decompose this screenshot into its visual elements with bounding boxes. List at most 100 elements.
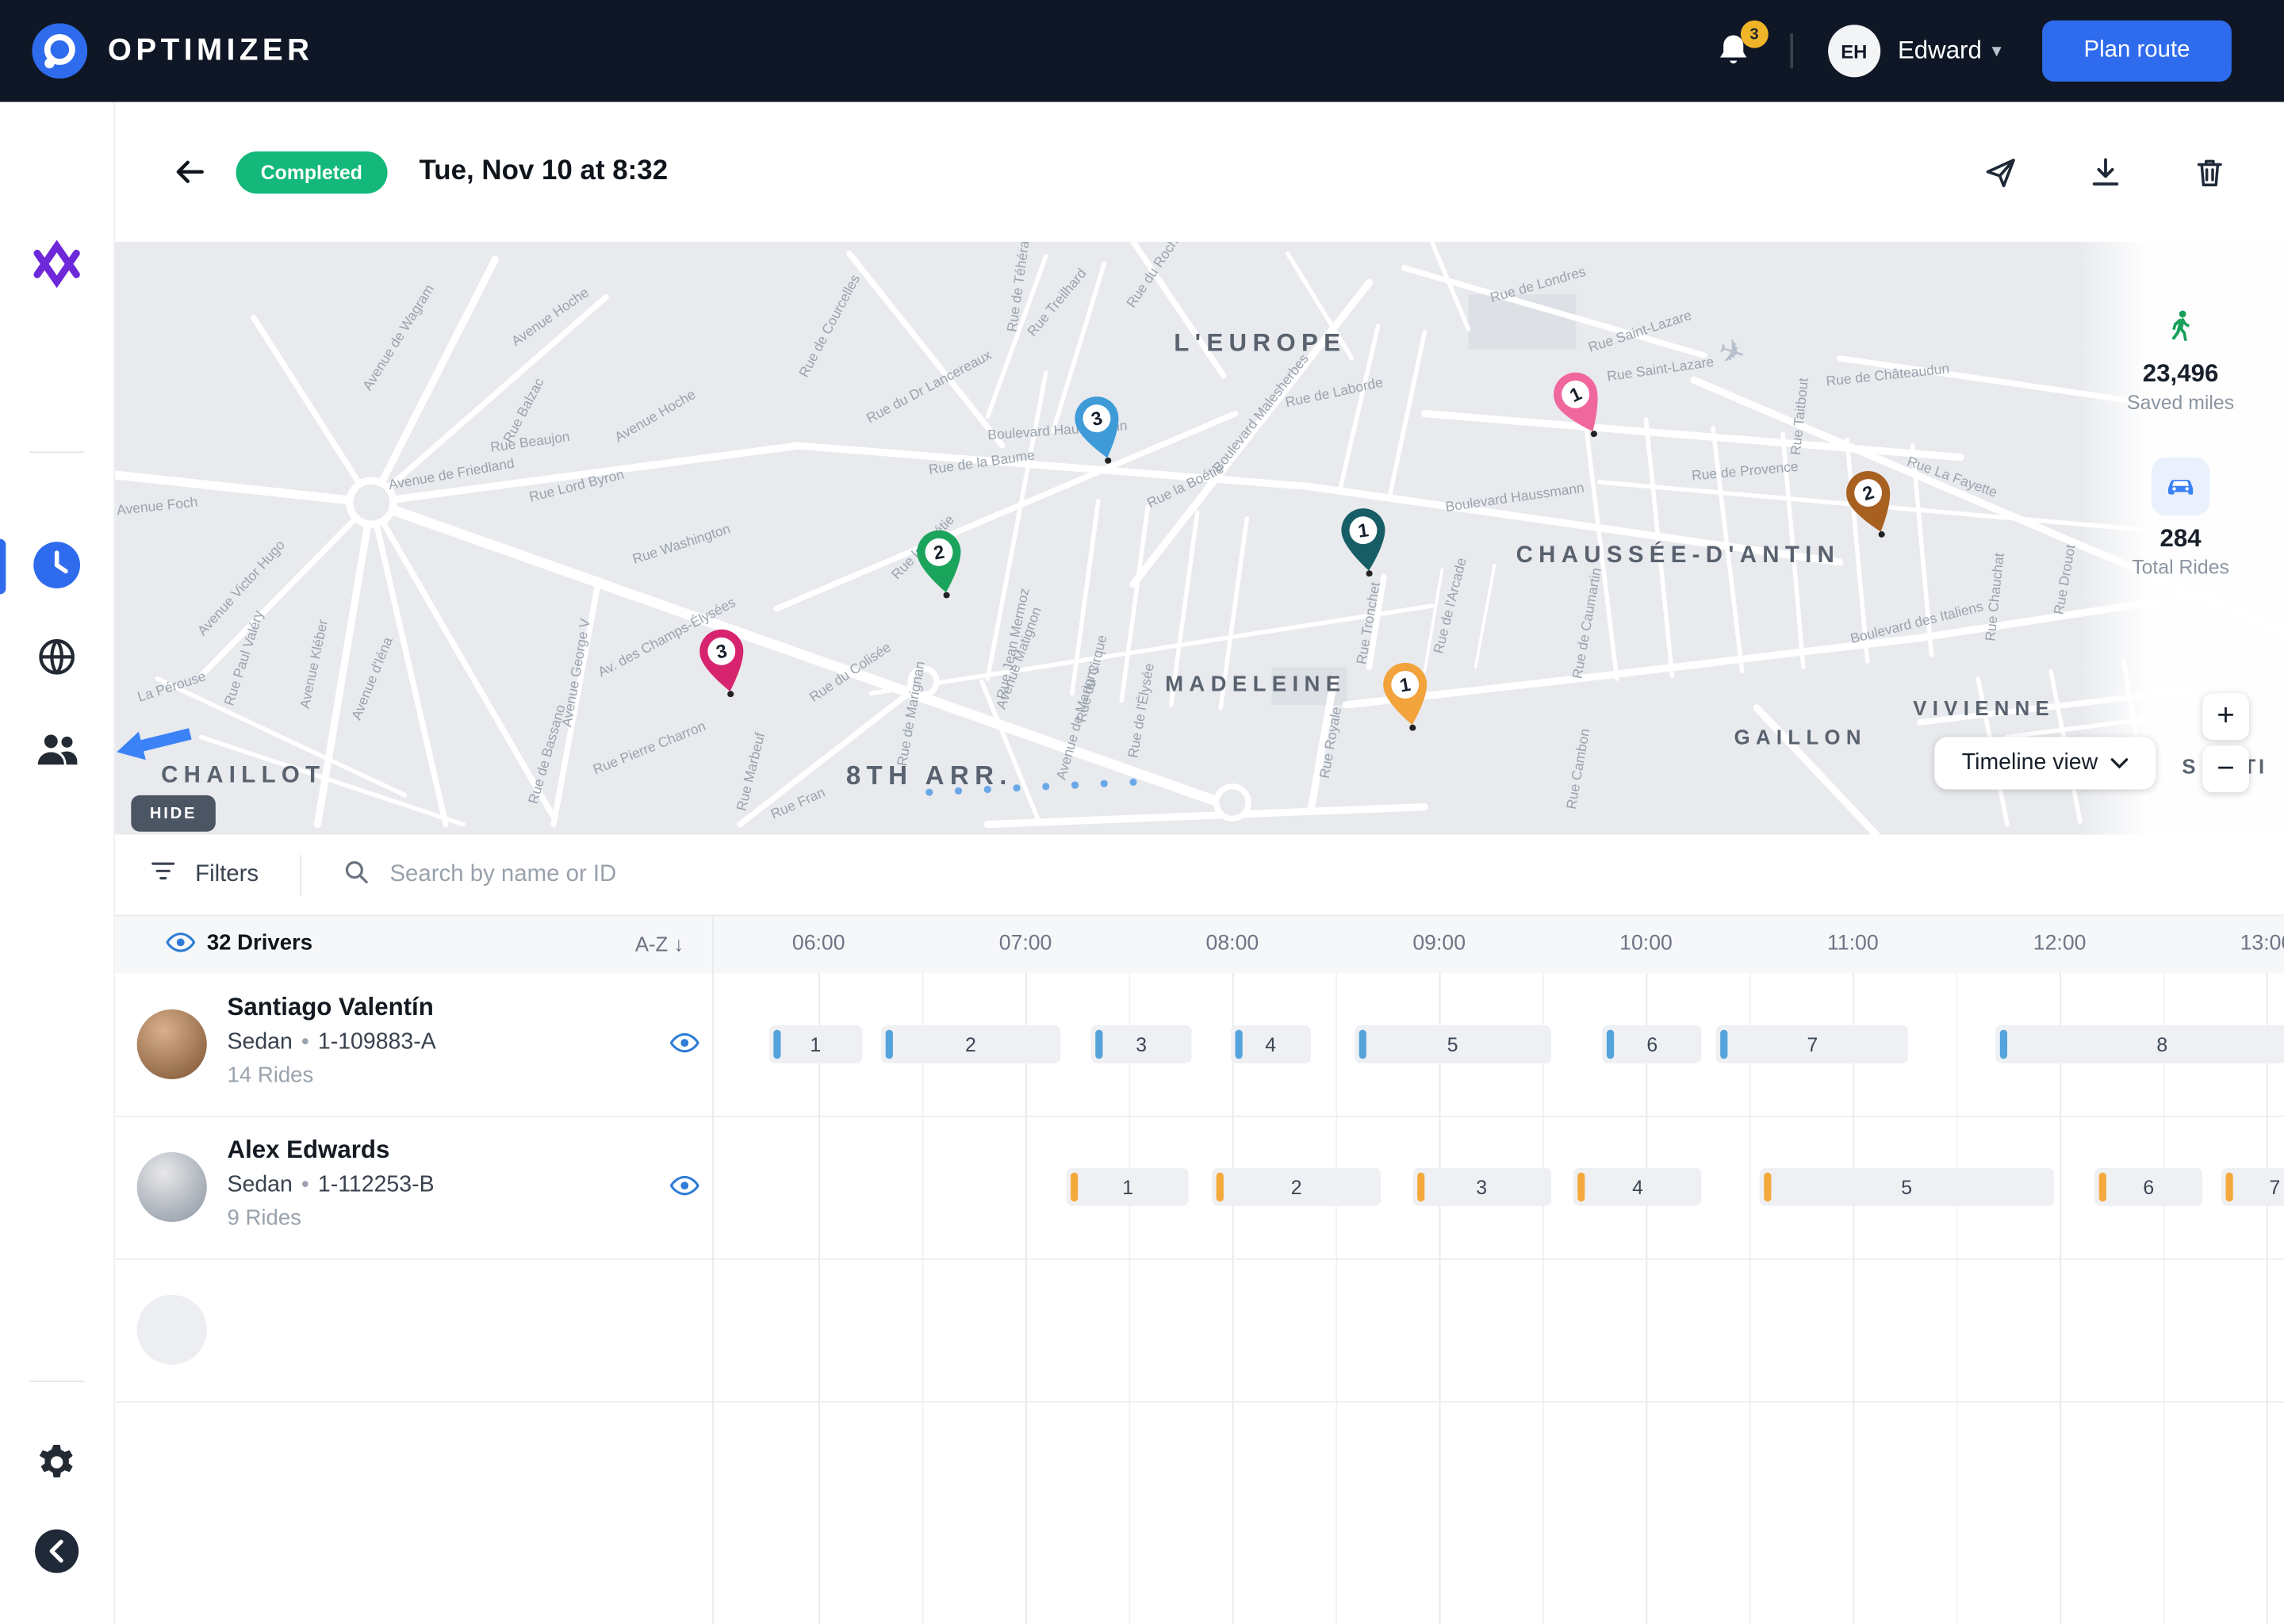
stat-saved-miles: 23,496 Saved miles — [2127, 308, 2234, 413]
page-title: Tue, Nov 10 at 8:32 — [420, 156, 669, 188]
driver-avatar — [137, 1009, 207, 1079]
left-sidebar — [0, 102, 115, 1624]
ride-number: 7 — [2269, 1176, 2280, 1198]
time-label: 13:00 — [2240, 933, 2284, 956]
row-eye-icon[interactable] — [670, 1174, 702, 1200]
ride-segment[interactable]: 8 — [1995, 1025, 2284, 1063]
user-avatar[interactable]: EH — [1828, 25, 1880, 77]
ride-number: 4 — [1632, 1176, 1643, 1198]
driver-vehicle: Sedan•1-109883-A — [228, 1030, 436, 1056]
collapse-circle-arrow-icon[interactable] — [32, 1526, 81, 1576]
ride-segment[interactable]: 1 — [1067, 1168, 1189, 1206]
ride-segment[interactable]: 2 — [880, 1025, 1060, 1063]
stat-value: 284 — [2160, 524, 2202, 553]
ride-number: 5 — [1901, 1176, 1912, 1198]
send-icon[interactable] — [1981, 153, 2019, 191]
zoom-in-button[interactable]: + — [2202, 693, 2249, 740]
time-label: 08:00 — [1206, 933, 1259, 956]
ride-number: 1 — [1122, 1176, 1133, 1198]
ride-segment[interactable]: 3 — [1412, 1168, 1551, 1206]
search-input[interactable] — [387, 860, 1019, 890]
map[interactable]: ✈ Avenue de WagramAvenue HocheAvenue Hoc… — [113, 242, 2284, 835]
map-edge-label: S — [2182, 754, 2198, 777]
back-button[interactable] — [169, 151, 209, 192]
download-icon[interactable] — [2086, 153, 2124, 191]
driver-row[interactable]: Alex EdwardsSedan•1-112253-B9 Rides12345… — [113, 1116, 2284, 1260]
ride-segment[interactable]: 3 — [1092, 1025, 1191, 1063]
app-root: OPTIMIZER 3 EH Edward ▾ Plan route — [0, 0, 2284, 1624]
row-eye-icon[interactable] — [670, 1031, 702, 1057]
time-label: 11:00 — [1827, 933, 1879, 956]
driver-row[interactable] — [113, 1258, 2284, 1403]
chevron-down-icon — [2111, 757, 2129, 769]
ride-segment[interactable]: 1 — [769, 1025, 862, 1063]
driver-rides: 9 Rides — [228, 1206, 301, 1231]
map-area-label: L'EUROPE — [1174, 329, 1346, 358]
timeline-view-label: Timeline view — [1962, 750, 2098, 776]
stat-total-rides: 284 Total Rides — [2132, 458, 2229, 578]
ride-segment[interactable]: 4 — [1230, 1025, 1311, 1063]
user-menu-chevron-down-icon[interactable]: ▾ — [1992, 40, 2002, 63]
map-area-label: MADELEINE — [1165, 672, 1346, 697]
driver-name: Santiago Valentín — [228, 994, 434, 1023]
ride-segment[interactable]: 6 — [2094, 1168, 2202, 1206]
time-label: 10:00 — [1619, 933, 1673, 956]
walking-person-icon — [2163, 308, 2198, 350]
sidebar-item-drivers[interactable] — [32, 726, 81, 775]
driver-avatar — [137, 1295, 207, 1365]
ride-number: 3 — [1136, 1033, 1147, 1055]
ride-number: 4 — [1265, 1033, 1276, 1055]
top-navbar: OPTIMIZER 3 EH Edward ▾ Plan route — [0, 0, 2284, 102]
ride-segment[interactable]: 4 — [1573, 1168, 1702, 1206]
stat-label: Saved miles — [2127, 392, 2234, 414]
ride-segment[interactable]: 5 — [1760, 1168, 2053, 1206]
ride-segment[interactable]: 7 — [2221, 1168, 2284, 1206]
driver-row[interactable]: Santiago ValentínSedan•1-109883-A14 Ride… — [113, 973, 2284, 1117]
brand-name: OPTIMIZER — [108, 33, 314, 68]
sidebar-item-globe[interactable] — [32, 632, 81, 681]
settings-gear-icon[interactable] — [32, 1438, 81, 1487]
ride-segment[interactable]: 6 — [1603, 1025, 1702, 1063]
company-logo-icon — [25, 230, 89, 301]
time-label: 06:00 — [792, 933, 845, 956]
ride-number: 2 — [965, 1033, 976, 1055]
ride-segment[interactable]: 2 — [1212, 1168, 1382, 1206]
sidebar-divider-bottom — [29, 1381, 85, 1382]
ride-number: 1 — [810, 1033, 821, 1055]
stat-value: 23,496 — [2143, 360, 2219, 389]
column-divider — [712, 914, 714, 1623]
active-item-indicator — [0, 539, 6, 595]
plan-route-button[interactable]: Plan route — [2042, 21, 2232, 82]
time-label: 12:00 — [2033, 933, 2087, 956]
map-area-label: VIVIENNE — [1913, 696, 2055, 719]
map-pin[interactable]: 1 — [1334, 504, 1396, 580]
sort-arrow-icon: ↓ — [673, 933, 684, 956]
user-name[interactable]: Edward — [1898, 36, 1982, 66]
hide-map-button[interactable]: HIDE — [131, 795, 216, 832]
ride-segment[interactable]: 5 — [1355, 1025, 1551, 1063]
status-badge: Completed — [236, 151, 388, 193]
notification-count-badge: 3 — [1741, 21, 1769, 48]
filters-label[interactable]: Filters — [195, 861, 259, 887]
map-area-label: 8TH ARR. — [846, 761, 1013, 792]
visibility-eye-icon[interactable] — [166, 931, 195, 962]
sidebar-item-timeline[interactable] — [32, 540, 81, 589]
driver-rows: Santiago ValentínSedan•1-109883-A14 Ride… — [113, 973, 2284, 1624]
timeline-view-dropdown[interactable]: Timeline view — [1934, 737, 2156, 789]
filters-bar: Filters — [113, 834, 2284, 916]
notifications-bell-icon[interactable]: 3 — [1715, 31, 1755, 71]
ride-number: 3 — [1476, 1176, 1487, 1198]
topbar-divider — [1790, 33, 1793, 68]
ride-segment[interactable]: 7 — [1716, 1025, 1909, 1063]
sort-label: A-Z — [635, 933, 668, 956]
delete-trash-icon[interactable] — [2190, 153, 2228, 191]
zoom-out-button[interactable]: − — [2202, 745, 2249, 792]
filter-icon[interactable] — [148, 856, 178, 893]
driver-name: Alex Edwards — [228, 1136, 390, 1166]
ride-number: 6 — [1646, 1033, 1657, 1055]
sort-control[interactable]: A-Z ↓ — [635, 933, 684, 956]
driver-avatar — [137, 1152, 207, 1222]
route-header: Completed Tue, Nov 10 at 8:32 — [113, 102, 2284, 242]
drivers-count-label: 32 Drivers — [207, 931, 312, 956]
ride-number: 2 — [1291, 1176, 1302, 1198]
